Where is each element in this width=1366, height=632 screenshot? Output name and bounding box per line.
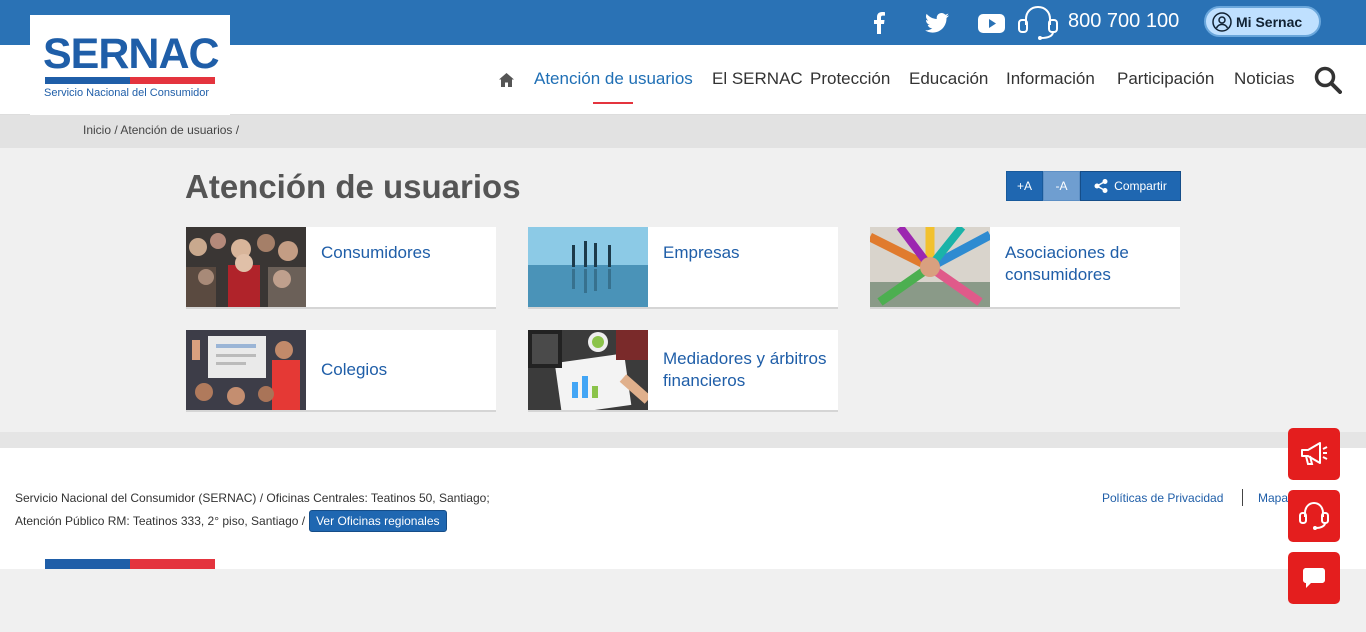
ver-oficinas-regionales-button[interactable]: Ver Oficinas regionales (309, 510, 447, 532)
breadcrumb[interactable]: Inicio / Atención de usuarios / (83, 123, 239, 137)
nav-atencion-usuarios[interactable]: Atención de usuarios (534, 69, 693, 89)
nav-educacion[interactable]: Educación (909, 69, 988, 89)
logo-subtitle: Servicio Nacional del Consumidor (44, 87, 210, 99)
card-mediadores[interactable]: Mediadores y árbitros financieros (528, 330, 838, 412)
share-label: Compartir (1114, 179, 1167, 193)
user-icon (1212, 11, 1232, 32)
sitemap-link[interactable]: Mapa (1258, 491, 1288, 505)
asociaciones-image (870, 227, 990, 307)
increase-font-button[interactable]: +A (1006, 171, 1043, 201)
support-button[interactable] (1288, 490, 1340, 542)
sernac-logo[interactable]: SERNAC Servicio Nacional del Consumidor (30, 15, 230, 115)
privacy-policy-link[interactable]: Políticas de Privacidad (1102, 491, 1223, 505)
card-label: Asociaciones de consumidores (1005, 243, 1129, 284)
colegios-image (186, 330, 306, 410)
card-label: Colegios (321, 360, 388, 379)
twitter-icon[interactable] (924, 8, 950, 38)
card-asociaciones[interactable]: Asociaciones de consumidores (870, 227, 1180, 309)
youtube-icon[interactable] (977, 8, 1005, 38)
search-icon[interactable] (1314, 66, 1342, 99)
card-label: Mediadores y árbitros financieros (663, 349, 827, 390)
footer-address: Servicio Nacional del Consumidor (SERNAC… (15, 491, 490, 505)
chat-button[interactable] (1288, 552, 1340, 604)
font-size-controls: +A -A (1006, 171, 1080, 201)
page-title: Atención de usuarios (185, 168, 521, 205)
chat-icon (1303, 568, 1325, 588)
footer-address-rm: Atención Público RM: Teatinos 333, 2° pi… (15, 510, 447, 532)
megaphone-button[interactable] (1288, 428, 1340, 480)
logo-flag-bar (45, 77, 215, 84)
mi-sernac-button[interactable]: Mi Sernac (1204, 6, 1321, 37)
card-label: Consumidores (321, 243, 431, 262)
nav-proteccion[interactable]: Protección (810, 69, 890, 89)
phone-number[interactable]: 800 700 100 (1068, 10, 1179, 33)
headset-icon (1015, 3, 1061, 41)
mediadores-image (528, 330, 648, 410)
footer-divider (1242, 489, 1243, 506)
nav-active-indicator (593, 102, 633, 104)
logo-title: SERNAC (43, 30, 220, 78)
empresas-image (528, 227, 648, 307)
consumidores-image (186, 227, 306, 307)
decrease-font-button[interactable]: -A (1043, 171, 1080, 201)
nav-noticias[interactable]: Noticias (1234, 69, 1294, 89)
footer-address-rm-text: Atención Público RM: Teatinos 333, 2° pi… (15, 514, 306, 528)
megaphone-icon (1301, 442, 1328, 465)
card-consumidores[interactable]: Consumidores (186, 227, 496, 309)
home-icon[interactable] (499, 72, 514, 92)
share-icon (1094, 179, 1108, 193)
nav-informacion[interactable]: Información (1006, 69, 1095, 89)
card-empresas[interactable]: Empresas (528, 227, 838, 309)
nav-participacion[interactable]: Participación (1117, 69, 1214, 89)
headset-icon (1299, 501, 1329, 530)
mi-sernac-label: Mi Sernac (1236, 13, 1303, 30)
card-label: Empresas (663, 243, 740, 262)
share-button[interactable]: Compartir (1080, 171, 1181, 201)
nav-el-sernac[interactable]: El SERNAC (712, 69, 803, 89)
facebook-icon[interactable] (868, 8, 890, 38)
card-colegios[interactable]: Colegios (186, 330, 496, 412)
footer-flag-bar (45, 559, 215, 569)
